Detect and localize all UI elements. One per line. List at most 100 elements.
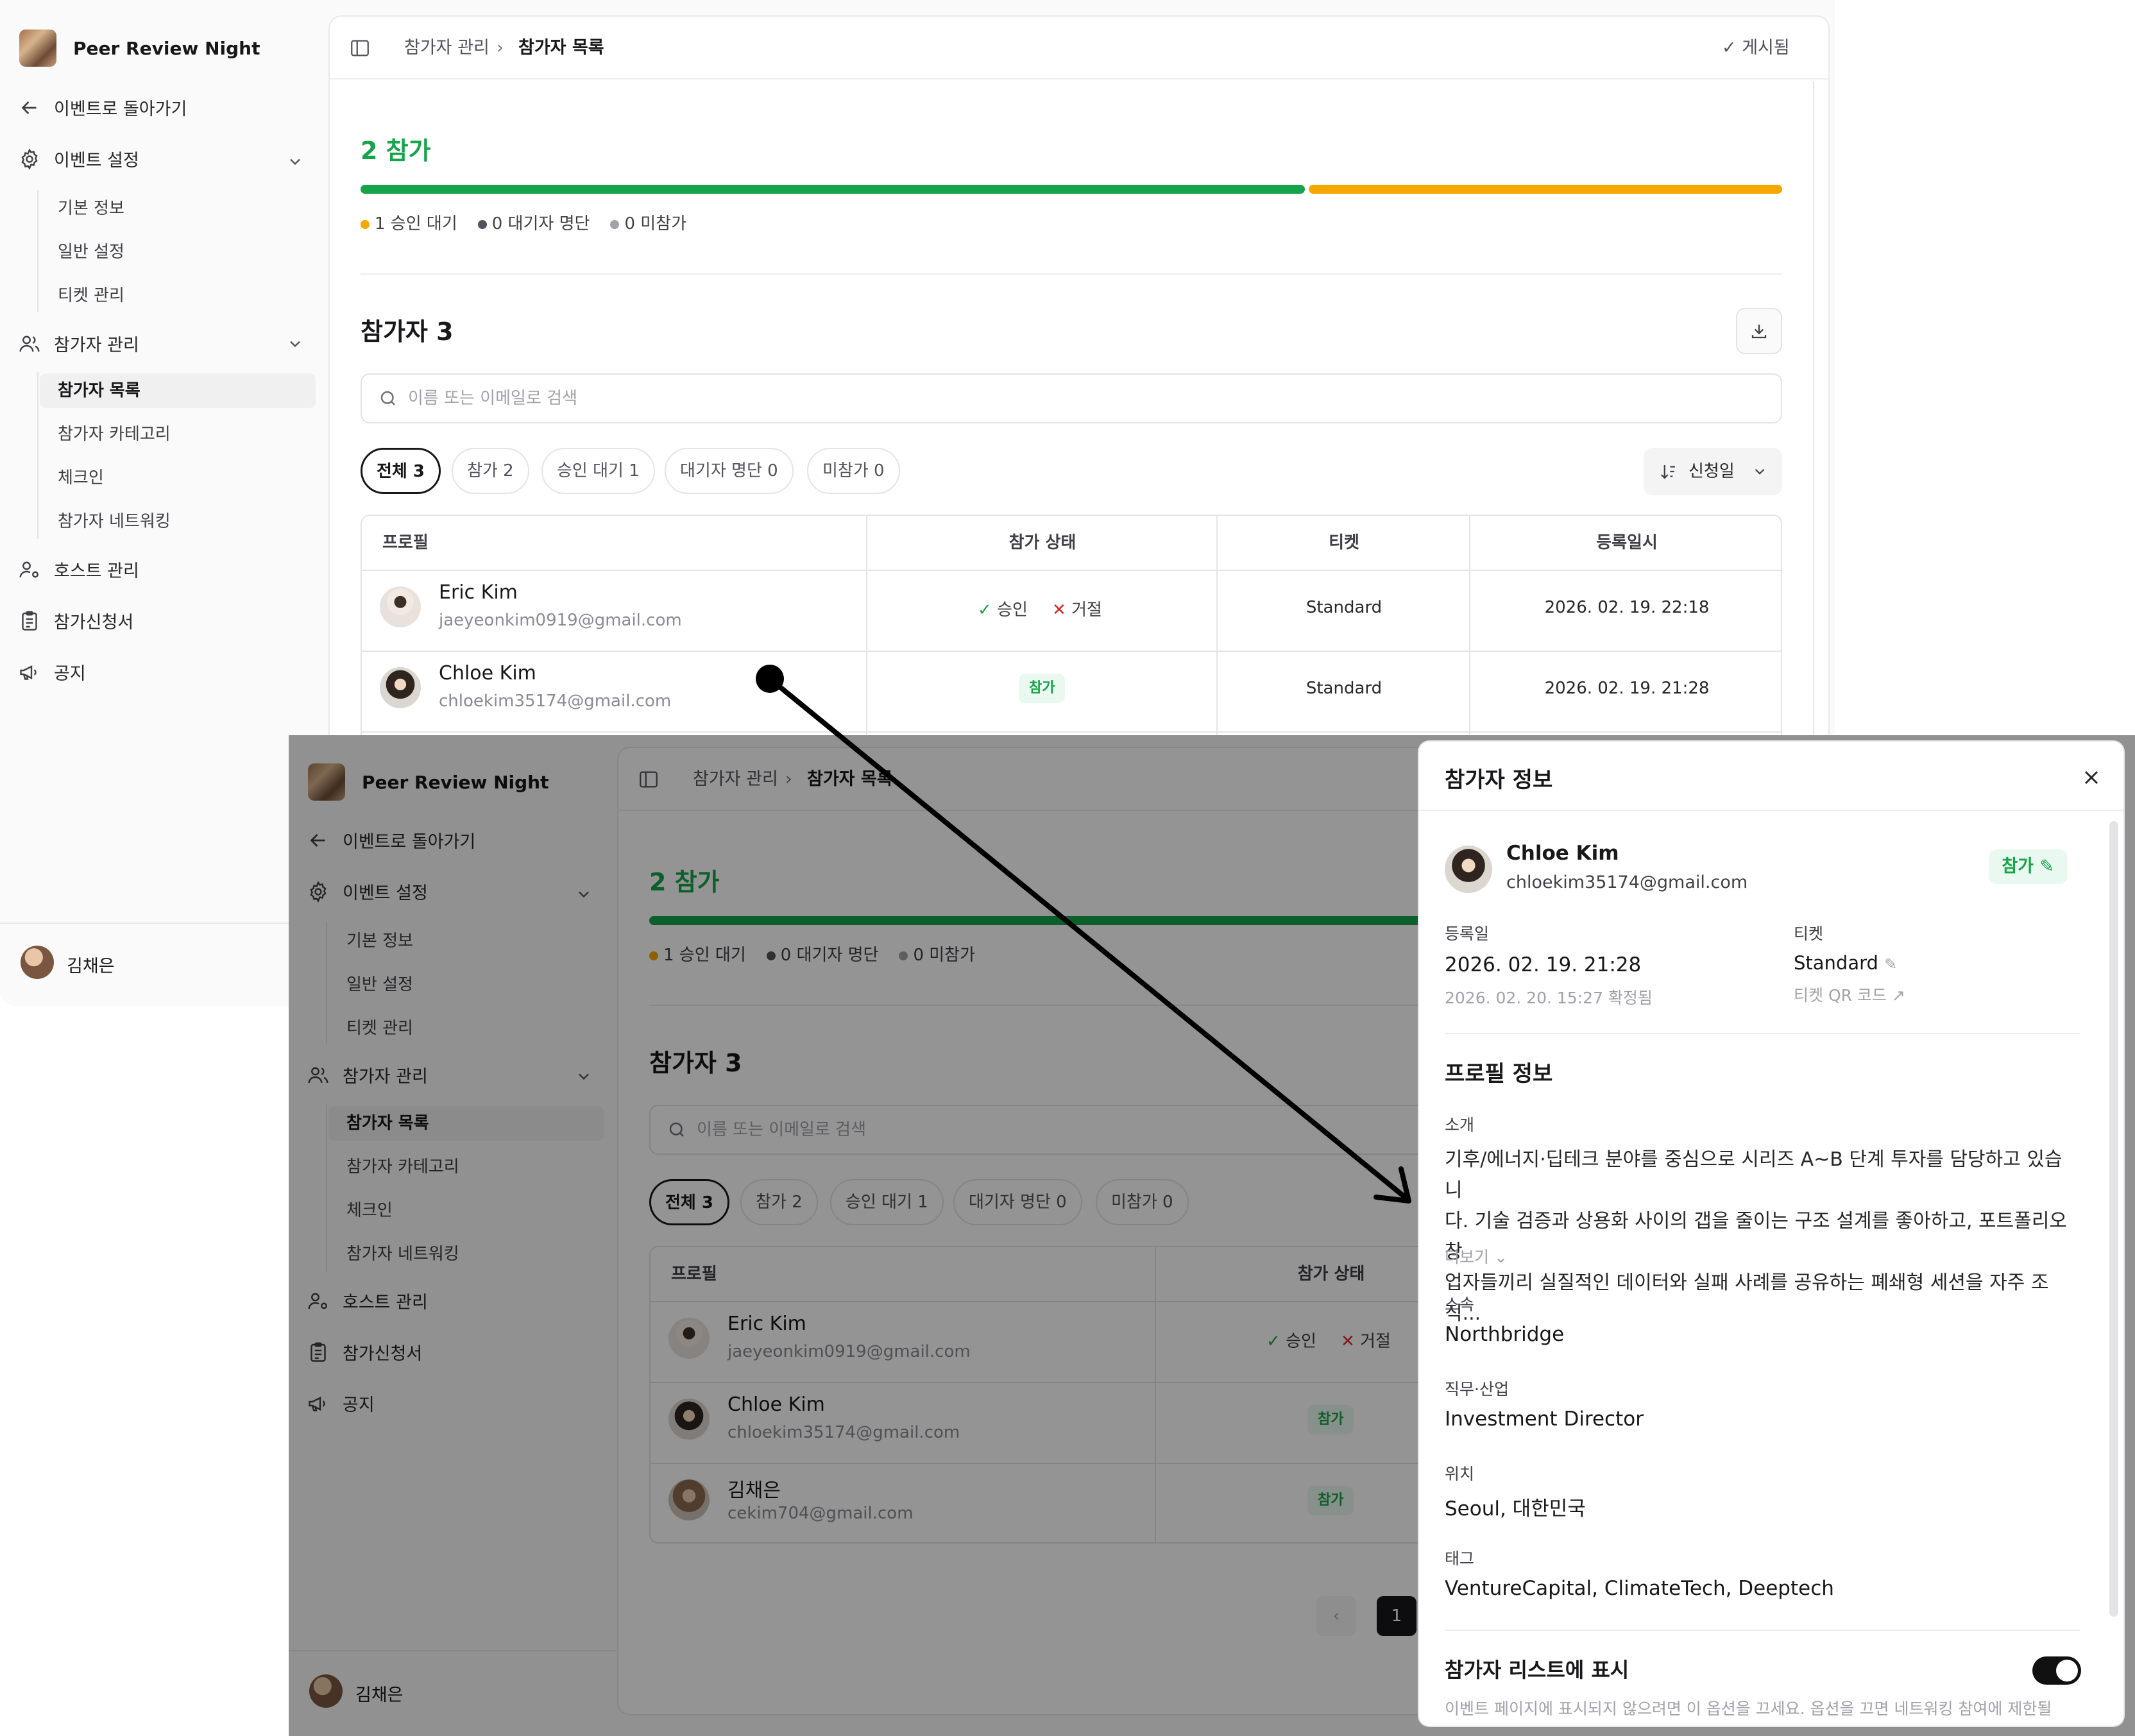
row-divider: [362, 570, 1781, 571]
megaphone-icon: [18, 661, 41, 684]
chevron-down-icon[interactable]: [286, 153, 304, 171]
participation-count: 2 참가: [361, 137, 431, 165]
nav-host-mgmt[interactable]: 호스트 관리: [18, 557, 139, 582]
legend-absent: 0 미참가: [610, 210, 686, 234]
back-to-event-link[interactable]: 이벤트로 돌아가기: [18, 95, 187, 120]
nav-application[interactable]: 참가신청서: [18, 608, 133, 633]
event-brand[interactable]: Peer Review Night: [19, 30, 260, 67]
close-icon[interactable]: [2080, 766, 2103, 789]
org-value: Northbridge: [1445, 1323, 1565, 1346]
ticket-value[interactable]: Standard ✎: [1794, 952, 1897, 974]
user-gear-icon: [18, 558, 41, 581]
filter-pending[interactable]: 승인 대기 1: [541, 448, 655, 494]
list-visibility-title: 참가자 리스트에 표시: [1445, 1658, 1629, 1682]
clipboard-icon: [18, 609, 41, 633]
intro-line: 업자들끼리 실질적인 데이터와 실패 사례를 공유하는 폐쇄형 세션을 자주 조…: [1445, 1272, 2049, 1325]
ticket-qr-label: 티켓 QR 코드: [1794, 986, 1887, 1005]
sidebar-item-participant-category[interactable]: 참가자 카테고리: [40, 417, 316, 452]
sort-icon: [1659, 462, 1678, 481]
breadcrumb-current: 참가자 목록: [518, 38, 604, 58]
sidebar-item-general-settings[interactable]: 일반 설정: [40, 235, 316, 269]
registered-label: 등록일: [1445, 924, 1490, 943]
job-value: Investment Director: [1445, 1408, 1644, 1431]
avatar: [380, 586, 421, 627]
sort-label: 신청일: [1688, 462, 1735, 481]
pencil-icon: ✎: [1884, 955, 1898, 973]
progress-approved: [361, 185, 1305, 194]
row-divider: [362, 731, 1781, 733]
check-icon: ✓: [978, 600, 998, 620]
breadcrumb-parent[interactable]: 참가자 관리: [404, 17, 489, 80]
search-input[interactable]: 이름 또는 이메일로 검색: [361, 373, 1782, 423]
legend-waitlist: 0 대기자 명단: [477, 210, 590, 234]
chevron-down-icon: [1751, 463, 1768, 480]
breadcrumb-separator-icon: ›: [497, 38, 504, 58]
status-badge[interactable]: 참가: [1019, 674, 1066, 703]
divider: [1445, 1033, 2080, 1034]
sidebar-toggle-icon[interactable]: [349, 37, 371, 59]
list-visibility-toggle[interactable]: [2032, 1656, 2081, 1685]
participant-name: Eric Kim: [439, 581, 518, 604]
col-ticket: 티켓: [1329, 533, 1359, 552]
chevron-down-icon[interactable]: [286, 335, 304, 353]
legend-dot: [477, 219, 487, 229]
sidebar-item-ticket-mgmt[interactable]: 티켓 관리: [40, 278, 316, 313]
pencil-icon: ✎: [2039, 856, 2054, 876]
list-visibility-desc: 이벤트 페이지에 표시되지 않으려면 이 옵션을 끄세요. 옵션을 끄면 네트워…: [1445, 1699, 2052, 1718]
search-placeholder: 이름 또는 이메일로 검색: [408, 389, 577, 408]
sidebar-item-basic-info[interactable]: 기본 정보: [40, 191, 316, 226]
sidebar-item-networking[interactable]: 참가자 네트워킹: [40, 504, 316, 539]
location-label: 위치: [1445, 1465, 1475, 1483]
users-icon: [18, 332, 41, 355]
drawer-header-divider: [1419, 810, 2123, 811]
avatar: [1445, 846, 1492, 893]
participant-email: jaeyeonkim0919@gmail.com: [439, 611, 682, 630]
location-value: Seoul, 대한민국: [1445, 1497, 1586, 1520]
nav-participant-mgmt[interactable]: 참가자 관리: [18, 331, 139, 356]
more-button[interactable]: 더보기 ⌄: [1445, 1245, 1508, 1268]
sort-button[interactable]: 신청일: [1644, 448, 1782, 495]
published-label: 게시됨: [1742, 38, 1790, 58]
nav-host-mgmt-label: 호스트 관리: [54, 561, 139, 581]
job-label: 직무·산업: [1445, 1380, 1509, 1399]
legend-pending: 1 승인 대기: [361, 210, 457, 234]
user-box[interactable]: 김채은: [0, 923, 328, 1006]
avatar: [380, 667, 421, 708]
legend-dot: [361, 219, 370, 229]
row-divider: [362, 651, 1781, 652]
filter-all[interactable]: 전체 3: [361, 448, 441, 494]
filter-absent[interactable]: 미참가 0: [807, 448, 900, 494]
sidebar-item-checkin[interactable]: 체크인: [40, 461, 316, 495]
profile-section-title: 프로필 정보: [1445, 1061, 1553, 1087]
arrow-left-icon: [18, 96, 41, 119]
event-logo: [19, 30, 56, 67]
ticket-qr-link[interactable]: 티켓 QR 코드 ↗: [1794, 983, 1905, 1006]
back-label: 이벤트로 돌아가기: [54, 99, 187, 119]
scrollbar[interactable]: [2109, 821, 2118, 1617]
reject-button[interactable]: ✕ 거절: [1052, 597, 1102, 620]
search-icon: [379, 389, 398, 408]
intro-label: 소개: [1445, 1116, 1475, 1134]
top-bar: 참가자 관리 › 참가자 목록 ✓ 게시됨: [330, 17, 1828, 80]
download-button[interactable]: [1736, 308, 1782, 354]
col-profile: 프로필: [382, 533, 429, 552]
participant-drawer: 참가자 정보 Chloe Kim chloekim35174@gmail.com…: [1419, 742, 2123, 1726]
event-name: Peer Review Night: [73, 37, 260, 59]
sidebar-item-participant-list[interactable]: 참가자 목록: [40, 373, 316, 408]
nav-application-label: 참가신청서: [54, 613, 134, 633]
divider: [1445, 1630, 2080, 1631]
tree-line: [37, 372, 38, 539]
nav-notice[interactable]: 공지: [18, 660, 86, 685]
intro-text: 기후/에너지·딥테크 분야를 중심으로 시리즈 A~B 단계 투자를 담당하고 …: [1445, 1145, 2080, 1329]
filter-attending[interactable]: 참가 2: [452, 448, 529, 494]
approve-label: 승인: [997, 600, 1028, 620]
registered-value: 2026. 02. 19. 21:28: [1445, 953, 1642, 976]
published-status[interactable]: ✓ 게시됨: [1722, 17, 1790, 80]
intro-line: 다. 기술 검증과 상용화 사이의 갭을 줄이는 구조 설계를 좋아하고, 포트…: [1445, 1210, 2068, 1263]
nav-event-settings-label: 이벤트 설정: [54, 151, 139, 171]
nav-event-settings[interactable]: 이벤트 설정: [18, 146, 139, 171]
ticket-cell: Standard: [1306, 679, 1382, 698]
filter-waitlist[interactable]: 대기자 명단 0: [665, 448, 794, 494]
approve-button[interactable]: ✓ 승인: [978, 597, 1028, 620]
status-edit-button[interactable]: 참가 ✎: [1989, 849, 2067, 884]
